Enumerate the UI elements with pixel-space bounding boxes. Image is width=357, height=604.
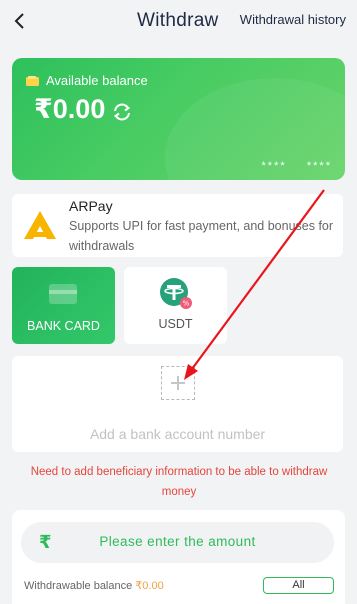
amount-panel: ₹ Please enter the amount Withdrawable b… — [12, 510, 345, 604]
balance-amount: ₹0.00 — [34, 94, 106, 124]
withdrawable-balance: Withdrawable balance ₹0.00 — [24, 579, 164, 592]
method-usdt-label: USDT — [158, 317, 193, 331]
add-bank-account[interactable]: Add a bank account number — [12, 356, 343, 452]
usdt-icon: % — [160, 278, 192, 309]
back-arrow-icon[interactable] — [8, 8, 32, 34]
withdrawable-balance-label: Withdrawable balance — [24, 580, 136, 592]
available-balance-label: Available balance — [46, 73, 148, 88]
withdrawable-balance-value: ₹0.00 — [135, 580, 164, 592]
amount-placeholder: Please enter the amount — [99, 534, 256, 549]
bank-card-icon — [49, 284, 77, 304]
card-mask-group-1: **** — [261, 160, 287, 172]
page-title: Withdraw — [137, 10, 219, 31]
arpay-promo[interactable]: ARPay Supports UPI for fast payment, and… — [12, 194, 343, 257]
method-usdt[interactable]: % USDT — [124, 267, 227, 344]
beneficiary-warning: Need to add beneficiary information to b… — [30, 466, 328, 498]
add-plus-icon[interactable] — [161, 366, 195, 400]
header-bar: Withdraw Withdrawal history — [0, 0, 357, 44]
amount-input[interactable]: ₹ Please enter the amount — [21, 522, 334, 563]
card-number-mask: **** **** — [262, 160, 332, 172]
method-bank-card[interactable]: BANK CARD — [12, 267, 115, 344]
wallet-icon — [26, 76, 39, 86]
method-bank-card-label: BANK CARD — [27, 319, 100, 333]
all-button[interactable]: All — [263, 577, 334, 594]
arpay-description: Supports UPI for fast payment, and bonus… — [69, 219, 334, 253]
balance-card: Available balance ₹0.00 **** **** — [12, 58, 345, 180]
card-mask-group-2: **** — [306, 160, 332, 172]
arpay-name: ARPay — [69, 198, 113, 214]
svg-text:%: % — [183, 300, 190, 308]
refresh-icon[interactable] — [111, 102, 133, 122]
withdrawal-history-link[interactable]: Withdrawal history — [240, 12, 346, 27]
add-bank-account-label: Add a bank account number — [89, 426, 266, 442]
arpay-logo-icon — [24, 211, 56, 239]
